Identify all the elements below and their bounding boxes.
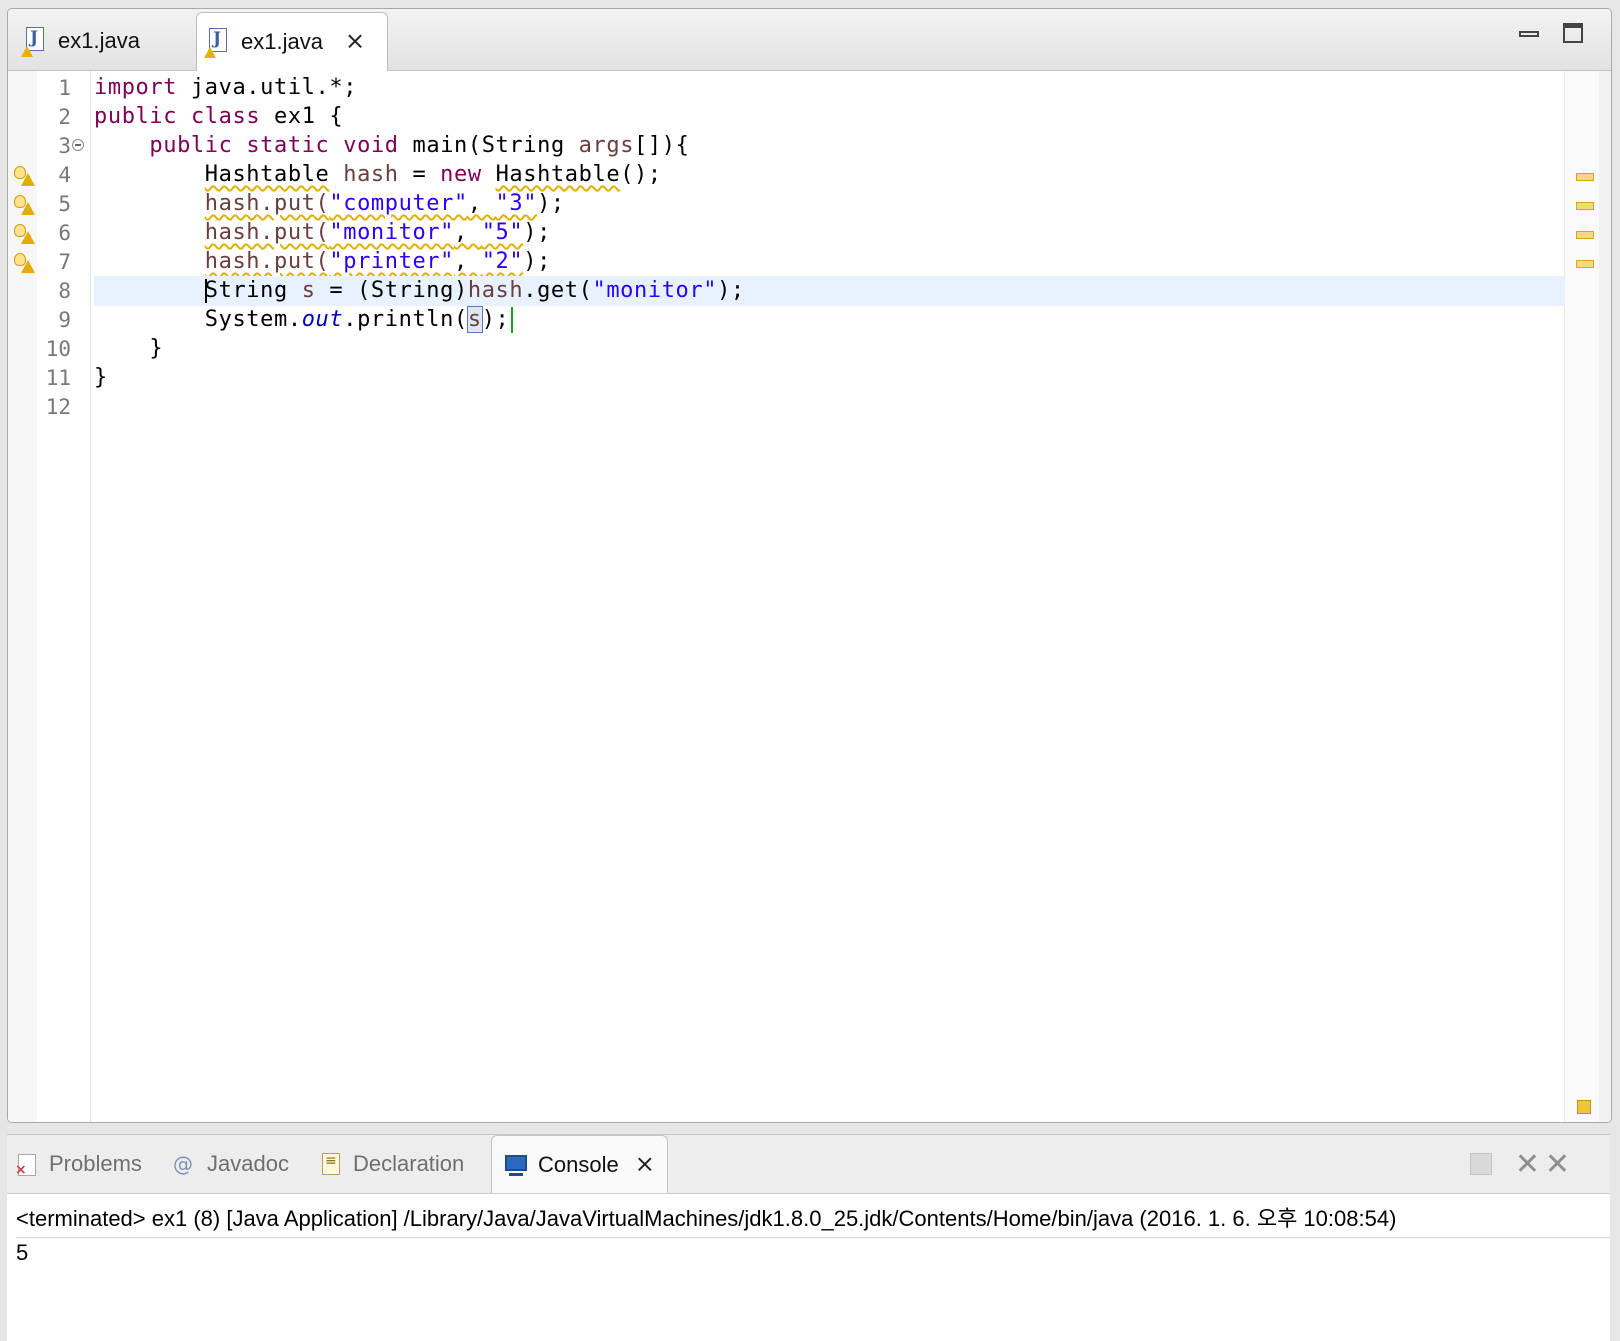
quickfix-warning-icon[interactable] (14, 165, 36, 187)
editor-tab-bar: J ex1.java J ex1.java ⨯ (8, 9, 1611, 71)
code-text: import java.util.*; (94, 75, 358, 100)
code-text: hash.put("monitor", "5"); (204, 220, 551, 245)
console-output[interactable]: 5 (16, 1238, 28, 1268)
problems-icon (15, 1152, 39, 1178)
code-line[interactable]: 1 import java.util.*; (8, 73, 1565, 103)
at-icon: @ (173, 1152, 193, 1176)
code-line[interactable]: 12 (8, 392, 1565, 422)
line-number: 8 (58, 279, 71, 303)
code-text: } (149, 336, 164, 361)
vertical-scrollbar[interactable] (1599, 71, 1611, 1122)
editor-tab-ex1-java[interactable]: J ex1.java (14, 12, 194, 70)
line-number: 6 (58, 221, 71, 245)
tab-label: Console (538, 1151, 619, 1177)
code-line[interactable]: 5 hash.put("computer", "3"); (8, 189, 1565, 219)
close-icon[interactable]: ⨯ (345, 30, 365, 54)
remove-launch-icon[interactable]: ✕ (1515, 1147, 1540, 1182)
quickfix-warning-icon[interactable] (14, 252, 36, 274)
code-text: hash.put("computer", "3"); (204, 191, 565, 216)
quickfix-warning-icon[interactable] (14, 194, 36, 216)
console-icon (504, 1153, 528, 1177)
code-line[interactable]: 9 System.out.println(s); (8, 305, 1565, 335)
code-text: public static void main(String args[]){ (149, 133, 690, 158)
overview-ruler[interactable] (1564, 71, 1599, 1122)
warning-marker[interactable] (1576, 173, 1594, 181)
line-number: 3 (58, 134, 71, 158)
code-line[interactable]: 2 public class ex1 { (8, 102, 1565, 132)
editor-tab-ex1-java-active[interactable]: J ex1.java ⨯ (196, 12, 388, 71)
code-text: System.out.println(s); (94, 305, 514, 335)
line-number: 4 (58, 163, 71, 187)
code-text: Hashtable hash = new Hashtable(); (204, 162, 662, 187)
tab-javadoc[interactable]: @ Javadoc (173, 1135, 289, 1193)
console-tab-bar: Problems @ Javadoc Declaration Console ⨯… (7, 1135, 1610, 1194)
code-line[interactable]: 3 public static void main(String args[])… (8, 131, 1565, 161)
quickfix-warning-icon[interactable] (14, 223, 36, 245)
code-line[interactable]: 10 } (8, 334, 1565, 364)
warning-summary-icon[interactable] (1577, 1100, 1591, 1114)
code-text: hash.put("printer", "2"); (204, 249, 551, 274)
code-line[interactable]: 6 hash.put("monitor", "5"); (8, 218, 1565, 248)
line-number: 1 (58, 76, 71, 100)
fold-collapse-icon[interactable] (72, 139, 84, 151)
line-number: 7 (58, 250, 71, 274)
line-number: 2 (58, 105, 71, 129)
line-number: 9 (58, 308, 71, 332)
insertion-caret (511, 307, 514, 333)
tab-label: Declaration (353, 1151, 465, 1176)
declaration-icon (319, 1152, 343, 1176)
warning-marker[interactable] (1576, 202, 1594, 210)
maximize-icon[interactable] (1561, 21, 1585, 45)
editor-tab-label: ex1.java (241, 29, 323, 54)
remove-all-launches-icon[interactable]: ✕ (1545, 1147, 1570, 1182)
tab-console[interactable]: Console ⨯ (491, 1135, 668, 1193)
tab-label: Problems (49, 1151, 142, 1176)
occurrence-highlight: s (466, 306, 483, 333)
line-number: 11 (45, 366, 71, 390)
console-process-label: <terminated> ex1 (8) [Java Application] … (16, 1201, 1610, 1238)
terminate-icon[interactable] (1470, 1153, 1492, 1175)
console-view: Problems @ Javadoc Declaration Console ⨯… (7, 1134, 1610, 1341)
close-icon[interactable]: ⨯ (635, 1150, 655, 1179)
editor-tab-label: ex1.java (58, 28, 140, 53)
tab-problems[interactable]: Problems (15, 1135, 142, 1193)
minimize-icon[interactable] (1517, 21, 1541, 45)
code-line[interactable]: 11 } (8, 363, 1565, 393)
warning-marker[interactable] (1576, 231, 1594, 239)
warning-marker[interactable] (1576, 260, 1594, 268)
code-line-current[interactable]: 8 String s = (String)hash.get("monitor")… (8, 276, 1565, 306)
code-line[interactable]: 4 Hashtable hash = new Hashtable(); (8, 160, 1565, 190)
line-number: 10 (45, 337, 71, 361)
editor-view: J ex1.java J ex1.java ⨯ 1 import java.ut… (7, 8, 1612, 1123)
tab-label: Javadoc (207, 1151, 289, 1176)
code-editor[interactable]: 1 import java.util.*; 2 public class ex1… (8, 71, 1611, 1122)
java-file-warning-icon: J (21, 27, 46, 57)
code-line[interactable]: 7 hash.put("printer", "2"); (8, 247, 1565, 277)
line-number: 5 (58, 192, 71, 216)
code-text: public class ex1 { (94, 104, 344, 129)
tab-declaration[interactable]: Declaration (319, 1135, 464, 1193)
code-text: String s = (String)hash.get("monitor"); (204, 278, 745, 303)
java-file-warning-icon: J (204, 28, 229, 58)
code-text: } (94, 365, 108, 390)
line-number: 12 (45, 395, 71, 419)
